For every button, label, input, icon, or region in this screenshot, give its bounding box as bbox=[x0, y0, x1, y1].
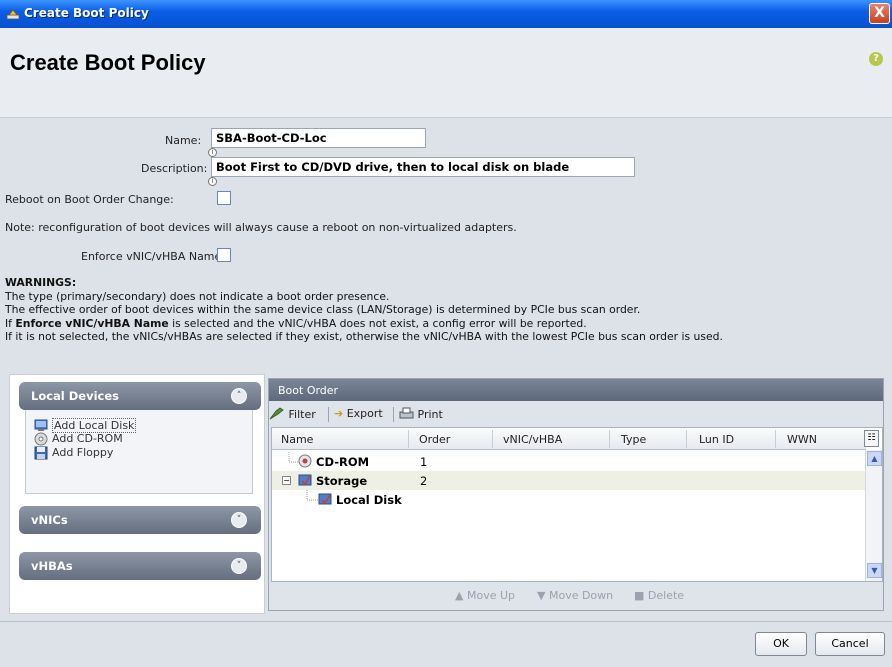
vnics-header[interactable]: vNICs ˅ bbox=[19, 506, 261, 534]
column-header-order[interactable]: Order bbox=[419, 433, 450, 446]
local-devices-header[interactable]: Local Devices ˄ bbox=[19, 382, 261, 410]
help-icon[interactable]: ? bbox=[869, 52, 883, 66]
name-info-icon: i bbox=[208, 148, 217, 157]
reboot-checkbox[interactable] bbox=[217, 191, 231, 205]
export-button[interactable]: ➔ Export bbox=[334, 407, 383, 420]
devices-accordion: Local Devices ˄ Add Local Disk Add CD-RO… bbox=[19, 382, 261, 612]
printer-icon bbox=[399, 407, 414, 419]
window-title: Create Boot Policy bbox=[24, 6, 149, 20]
boot-order-header: Boot Order bbox=[269, 379, 883, 401]
expand-down-icon[interactable]: ˅ bbox=[231, 558, 247, 574]
move-up-button[interactable]: ▲ Move Up bbox=[455, 589, 515, 602]
row-name: Storage bbox=[316, 474, 368, 488]
move-up-icon: ▲ bbox=[455, 589, 464, 602]
description-input[interactable]: Boot First to CD/DVD drive, then to loca… bbox=[211, 157, 635, 177]
column-chooser-icon[interactable]: ☷ bbox=[864, 430, 879, 447]
name-label: Name: bbox=[165, 134, 202, 147]
toolbar-divider bbox=[393, 407, 394, 422]
column-header-wwn[interactable]: WWN bbox=[787, 433, 817, 446]
column-header-type[interactable]: Type bbox=[621, 433, 646, 446]
vhbas-header[interactable]: vHBAs ˅ bbox=[19, 552, 261, 580]
warning-line-2: The effective order of boot devices with… bbox=[5, 303, 641, 317]
scroll-down-icon[interactable]: ▼ bbox=[867, 563, 882, 578]
local-disk-icon bbox=[318, 493, 332, 505]
table-row[interactable]: Local Disk bbox=[272, 490, 866, 509]
warning-line-3: If Enforce vNIC/vHBA Name is selected an… bbox=[5, 316, 587, 330]
boot-order-actions: ▲ Move Up ▼ Move Down ■ Delete bbox=[269, 582, 883, 610]
page-title: Create Boot Policy bbox=[10, 50, 206, 75]
toolbar-divider bbox=[328, 407, 329, 422]
reboot-label: Reboot on Boot Order Change: bbox=[5, 193, 174, 206]
boot-order-panel: Boot Order Filter ➔ Export Print Name Or… bbox=[268, 378, 884, 611]
column-header-name[interactable]: Name bbox=[281, 433, 313, 446]
storage-icon bbox=[298, 474, 312, 486]
dialog-footer: OK Cancel bbox=[0, 621, 892, 667]
cdrom-icon bbox=[298, 454, 312, 468]
reconfig-note: Note: reconfiguration of boot devices wi… bbox=[5, 221, 517, 234]
filter-button[interactable]: Filter bbox=[269, 407, 316, 421]
warnings-heading: WARNINGS: bbox=[5, 276, 77, 289]
local-disk-icon bbox=[34, 419, 48, 431]
warnings-block: WARNINGS: The type (primary/secondary) d… bbox=[5, 276, 885, 344]
cancel-button[interactable]: Cancel bbox=[815, 632, 885, 656]
description-label: Description: bbox=[141, 162, 208, 175]
table-row[interactable]: − Storage 2 bbox=[272, 471, 866, 490]
window-title-bar: Create Boot Policy X bbox=[0, 0, 892, 28]
warning-line-4: If it is not selected, the vNICs/vHBAs a… bbox=[5, 330, 723, 344]
arrow-right-icon: ➔ bbox=[334, 407, 344, 420]
scroll-up-icon[interactable]: ▲ bbox=[867, 451, 882, 466]
ok-button[interactable]: OK bbox=[755, 632, 807, 656]
expand-down-icon[interactable]: ˅ bbox=[231, 512, 247, 528]
collapse-tree-icon[interactable]: − bbox=[282, 476, 291, 485]
filter-icon bbox=[269, 407, 284, 420]
row-name: CD-ROM bbox=[316, 455, 370, 469]
name-input[interactable]: SBA-Boot-CD-Loc bbox=[211, 128, 426, 148]
enforce-label: Enforce vNIC/vHBA Name: bbox=[81, 250, 225, 263]
collapse-up-icon[interactable]: ˄ bbox=[231, 388, 247, 404]
local-devices-list: Add Local Disk Add CD-ROM Add Floppy bbox=[25, 410, 253, 494]
boot-order-grid: Name Order vNIC/vHBA Type Lun ID WWN ☷ C… bbox=[271, 427, 883, 582]
column-header-lunid[interactable]: Lun ID bbox=[699, 433, 734, 446]
trash-icon: ■ bbox=[634, 589, 645, 602]
column-header-vnic[interactable]: vNIC/vHBA bbox=[503, 433, 562, 446]
boot-order-toolbar: Filter ➔ Export Print bbox=[269, 401, 883, 427]
row-order: 2 bbox=[420, 474, 428, 488]
row-name: Local Disk bbox=[336, 493, 402, 507]
page-header: Create Boot Policy ? bbox=[0, 28, 892, 118]
move-down-button[interactable]: ▼ Move Down bbox=[537, 589, 613, 602]
row-order: 1 bbox=[420, 455, 428, 469]
table-row[interactable]: CD-ROM 1 bbox=[272, 452, 866, 471]
close-button[interactable]: X bbox=[869, 3, 890, 24]
app-icon bbox=[6, 9, 20, 20]
floppy-icon bbox=[34, 446, 48, 460]
delete-button[interactable]: ■ Delete bbox=[634, 589, 684, 602]
warning-line-1: The type (primary/secondary) does not in… bbox=[5, 289, 390, 303]
vertical-scrollbar[interactable]: ▲ ▼ bbox=[865, 450, 882, 581]
print-button[interactable]: Print bbox=[399, 407, 443, 421]
cdrom-icon bbox=[34, 432, 48, 446]
column-header-row: Name Order vNIC/vHBA Type Lun ID WWN bbox=[272, 428, 866, 450]
move-down-icon: ▼ bbox=[537, 589, 546, 602]
form-area: Name: SBA-Boot-CD-Loc i Description: Boo… bbox=[0, 118, 892, 369]
description-info-icon: i bbox=[208, 177, 217, 186]
enforce-checkbox[interactable] bbox=[217, 248, 231, 262]
